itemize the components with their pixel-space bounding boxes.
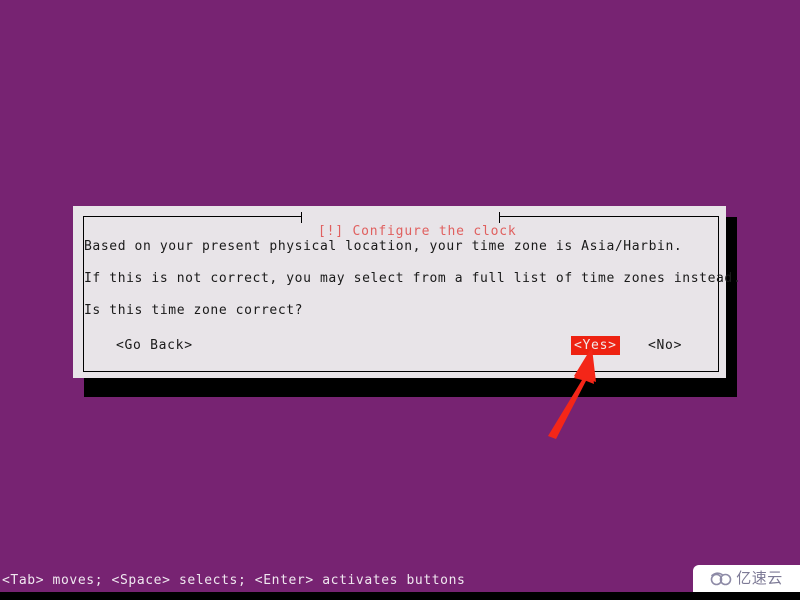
footer-help-bar: <Tab> moves; <Space> selects; <Enter> ac… (0, 570, 800, 592)
cloud-logo-icon (710, 571, 732, 585)
go-back-button[interactable]: <Go Back> (113, 336, 196, 355)
dialog-button-row: <Go Back> <Yes> <No> (84, 336, 716, 356)
body-line-3: Is this time zone correct? (84, 303, 304, 318)
footer-help-text: <Tab> moves; <Space> selects; <Enter> ac… (2, 573, 466, 588)
yes-button[interactable]: <Yes> (571, 336, 620, 355)
watermark-text: 亿速云 (736, 569, 783, 587)
bottom-black-strip (0, 592, 800, 600)
dialog-title-text: [!] Configure the clock (310, 224, 525, 239)
installer-screen: [!] Configure the clock Based on your pr… (0, 0, 800, 600)
body-line-2: If this is not correct, you may select f… (84, 271, 742, 286)
no-button[interactable]: <No> (645, 336, 685, 355)
watermark: 亿速云 (693, 565, 800, 592)
dialog-title: [!] Configure the clock (0, 209, 800, 254)
